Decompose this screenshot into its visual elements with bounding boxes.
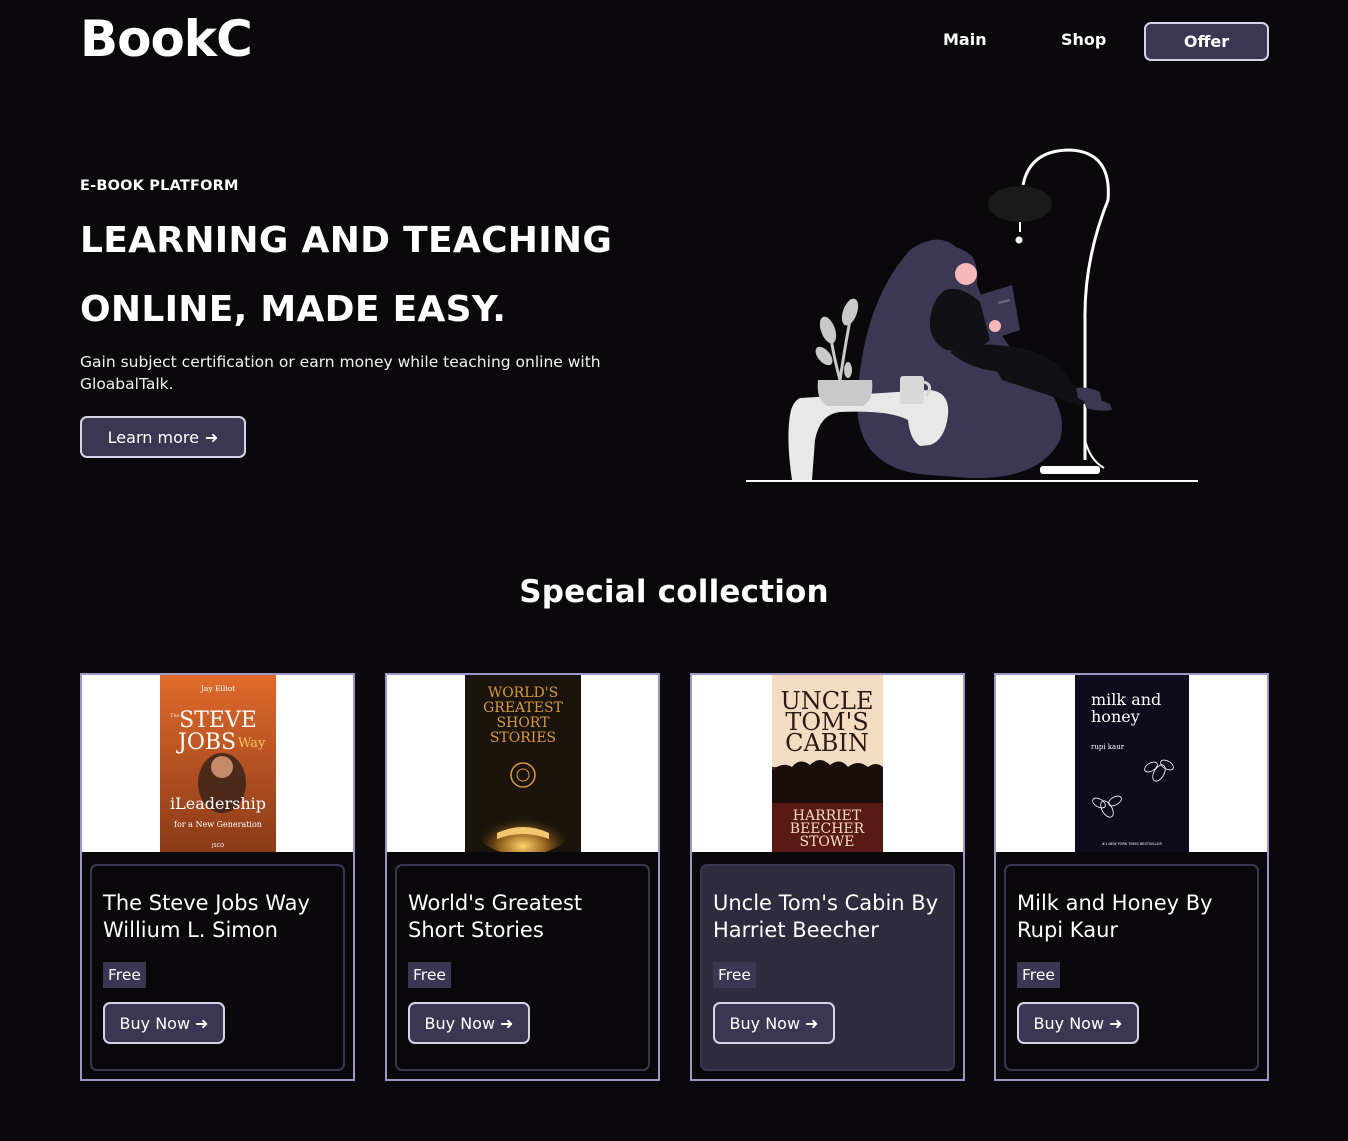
arrow-right-icon: ➜ (500, 1013, 514, 1033)
book-card[interactable]: WORLD'S GREATEST SHORT STORIES World's G… (385, 673, 660, 1081)
cover-line-3: CABIN (785, 729, 869, 757)
cover-author-3: STOWE (799, 834, 854, 850)
cover-line-2b: Way (238, 736, 266, 751)
book-cover-image[interactable]: WORLD'S GREATEST SHORT STORIES (465, 675, 581, 852)
book-cover-image[interactable]: milk and honey rupi kaur #1 NEW YORK TIM… (1075, 675, 1189, 852)
cover-line-2: GREATEST (483, 700, 563, 716)
price-badge: Free (103, 962, 146, 988)
nav-link-shop[interactable]: Shop (1061, 30, 1106, 49)
book-info-panel: Uncle Tom's Cabin By Harriet Beecher Fre… (700, 864, 955, 1071)
book-info-panel: World's Greatest Short Stories Free Buy … (395, 864, 650, 1071)
site-logo[interactable]: BookC (80, 10, 253, 68)
hero-eyebrow: E-BOOK PLATFORM (80, 178, 239, 194)
book-card[interactable]: UNCLE TOM'S CABIN HARRIET BEECHER STOWE … (690, 673, 965, 1081)
cover-author: rupi kaur (1091, 743, 1125, 751)
book-cover-area: WORLD'S GREATEST SHORT STORIES (387, 675, 658, 852)
book-cover-area: UNCLE TOM'S CABIN HARRIET BEECHER STOWE (692, 675, 963, 852)
arrow-right-icon: ➜ (805, 1013, 819, 1033)
offer-button[interactable]: Offer (1144, 22, 1269, 61)
book-title: Uncle Tom's Cabin By Harriet Beecher (713, 891, 939, 942)
nav-link-main[interactable]: Main (943, 30, 987, 49)
book-cover-area: milk and honey rupi kaur #1 NEW YORK TIM… (996, 675, 1267, 852)
buy-now-label: Buy Now (424, 1013, 496, 1033)
cover-top-text: Jay Elliot (200, 684, 235, 693)
price-badge: Free (408, 962, 451, 988)
cover-line-4: for a New Generation (174, 820, 262, 829)
section-title: Special collection (519, 574, 829, 610)
cover-the: The (170, 713, 180, 719)
reading-woman-illustration (746, 148, 1198, 482)
buy-now-button[interactable]: Buy Now ➜ (103, 1002, 225, 1044)
buy-now-label: Buy Now (729, 1013, 801, 1033)
cover-line-1: WORLD'S (488, 685, 558, 701)
hero-title-line-2: ONLINE, MADE EASY. (80, 289, 507, 330)
learn-more-button[interactable]: Learn more ➜ (80, 416, 246, 458)
book-cover-image[interactable]: Jay Elliot The STEVE JOBS Way iLeadershi… (160, 675, 276, 852)
book-card[interactable]: Jay Elliot The STEVE JOBS Way iLeadershi… (80, 673, 355, 1081)
hero-description: Gain subject certification or earn money… (80, 353, 601, 393)
book-title: Milk and Honey By Rupi Kaur (1017, 891, 1213, 942)
site-header: BookC Main Shop Offer (0, 0, 1348, 84)
buy-now-button[interactable]: Buy Now ➜ (713, 1002, 835, 1044)
price-badge: Free (1017, 962, 1060, 988)
buy-now-button[interactable]: Buy Now ➜ (408, 1002, 530, 1044)
arrow-right-icon: ➜ (204, 427, 219, 447)
buy-now-button[interactable]: Buy Now ➜ (1017, 1002, 1139, 1044)
book-cover-image[interactable]: UNCLE TOM'S CABIN HARRIET BEECHER STOWE (772, 675, 883, 852)
price-badge: Free (713, 962, 756, 988)
arrow-right-icon: ➜ (195, 1013, 209, 1033)
arrow-right-icon: ➜ (1109, 1013, 1123, 1033)
cover-line-3: SHORT (497, 715, 551, 731)
book-cover-area: Jay Elliot The STEVE JOBS Way iLeadershi… (82, 675, 353, 852)
cover-line-2: JOBS (176, 730, 236, 755)
book-title: The Steve Jobs Way Willium L. Simon (103, 891, 310, 942)
book-info-panel: Milk and Honey By Rupi Kaur Free Buy Now… (1004, 864, 1259, 1071)
cover-line-4: STORIES (490, 730, 556, 746)
cover-footer: JSCO (211, 843, 224, 849)
cover-footer: #1 NEW YORK TIMES BESTSELLER (1102, 842, 1162, 846)
learn-more-label: Learn more (107, 427, 199, 447)
cover-line-2: honey (1091, 707, 1140, 726)
book-card[interactable]: milk and honey rupi kaur #1 NEW YORK TIM… (994, 673, 1269, 1081)
buy-now-label: Buy Now (1033, 1013, 1105, 1033)
book-title: World's Greatest Short Stories (408, 891, 583, 942)
book-info-panel: The Steve Jobs Way Willium L. Simon Free… (90, 864, 345, 1071)
hero-title: LEARNING AND TEACHING ONLINE, MADE EASY. (80, 206, 720, 344)
buy-now-label: Buy Now (119, 1013, 191, 1033)
hero-title-line-1: LEARNING AND TEACHING (80, 220, 613, 261)
cover-line-3: iLeadership (170, 794, 266, 813)
